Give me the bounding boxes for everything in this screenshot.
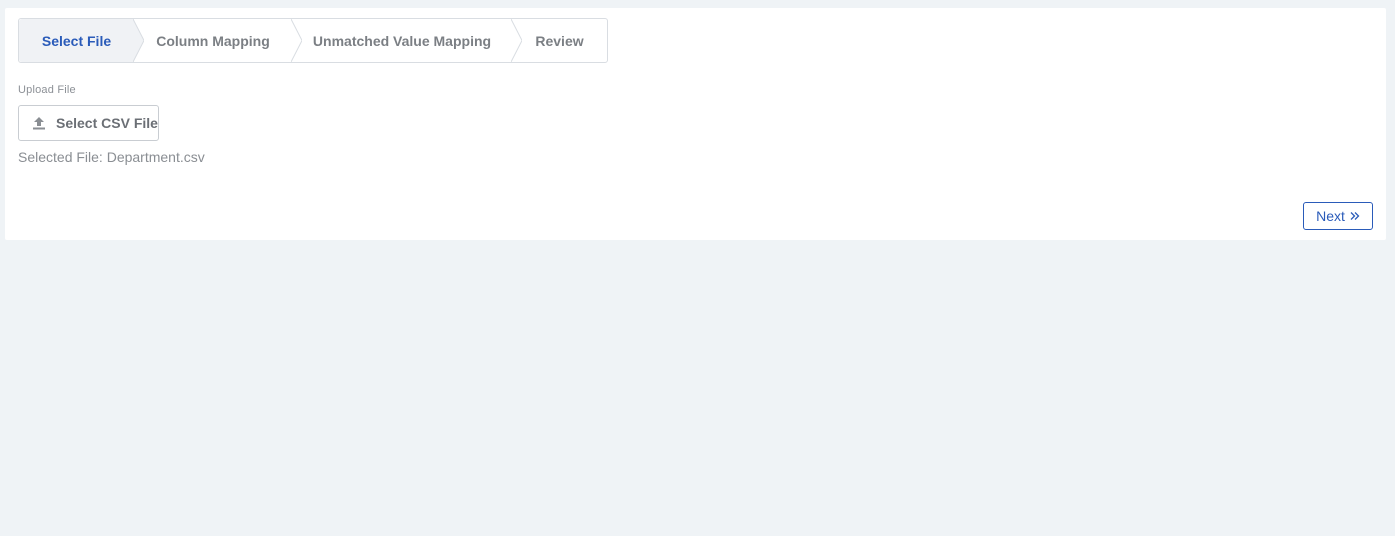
step-label: Column Mapping <box>156 32 270 49</box>
step-review[interactable]: Review <box>512 19 607 62</box>
step-separator-icon <box>511 19 522 62</box>
next-label: Next <box>1316 208 1345 224</box>
next-button[interactable]: Next <box>1303 202 1373 230</box>
select-csv-file-label: Select CSV File <box>56 115 158 131</box>
step-label: Select File <box>41 32 112 49</box>
double-chevron-right-icon <box>1350 211 1360 221</box>
wizard-steps: Select File Column Mapping Unmatched Val… <box>18 18 608 63</box>
select-csv-file-button[interactable]: Select CSV File <box>18 105 159 141</box>
upload-icon <box>32 116 46 130</box>
upload-file-label: Upload File <box>18 84 76 96</box>
step-separator-icon <box>291 19 302 62</box>
step-column-mapping[interactable]: Column Mapping <box>134 19 302 62</box>
selected-file-text: Selected File: Department.csv <box>18 149 205 165</box>
step-unmatched-value-mapping[interactable]: Unmatched Value Mapping <box>292 19 522 62</box>
step-label: Unmatched Value Mapping <box>312 32 492 49</box>
step-select-file[interactable]: Select File <box>19 19 144 62</box>
import-wizard-panel: Select File Column Mapping Unmatched Val… <box>5 8 1386 240</box>
step-label: Review <box>535 32 584 49</box>
step-separator-icon <box>133 19 144 62</box>
